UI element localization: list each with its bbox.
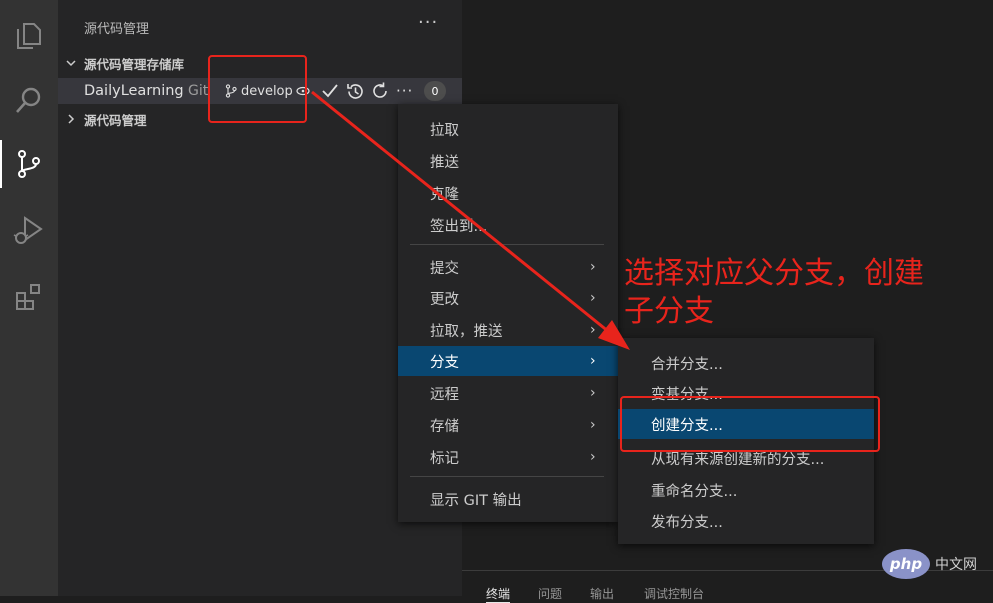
activity-bar (0, 0, 58, 596)
repository-kind: Git (188, 83, 209, 99)
tab-debug-console[interactable]: 调试控制台 (644, 585, 704, 602)
extensions-button[interactable] (0, 268, 58, 324)
chevron-right-icon: › (590, 449, 596, 465)
changes-count-badge: 0 (424, 81, 446, 101)
submenu-item-publish-branch[interactable]: 发布分支... (618, 506, 874, 536)
tab-output[interactable]: 输出 (590, 585, 614, 602)
menu-separator (410, 244, 604, 245)
menu-item-tags[interactable]: 标记 › (398, 442, 618, 472)
run-debug-icon (13, 216, 43, 244)
repo-more-icon[interactable]: ··· (396, 82, 413, 100)
annotation-note: 选择对应父分支，创建子分支 (624, 256, 924, 329)
chevron-right-icon: › (590, 385, 596, 401)
chevron-right-icon: › (590, 259, 596, 275)
run-debug-button[interactable] (0, 202, 58, 258)
watermark: php 中文网 (882, 549, 977, 579)
php-logo: php (882, 549, 930, 579)
menu-item-clone[interactable]: 克隆 (398, 178, 618, 208)
menu-separator (410, 476, 604, 477)
repository-name: DailyLearning (84, 83, 184, 99)
search-button[interactable] (0, 72, 58, 128)
menu-item-pull[interactable]: 拉取 (398, 114, 618, 144)
tab-terminal[interactable]: 终端 (486, 585, 511, 603)
chevron-right-icon: › (590, 353, 596, 369)
git-context-menu: 拉取 推送 克隆 签出到... 提交 › 更改 › 拉取，推送 › 分支 › 远程 › 存… (398, 104, 618, 522)
menu-item-remote[interactable]: 远程 › (398, 378, 618, 408)
menu-item-checkout[interactable]: 签出到... (398, 210, 618, 240)
more-actions-icon[interactable]: ··· (418, 12, 438, 33)
submenu-item-merge-branch[interactable]: 合并分支... (618, 348, 874, 378)
menu-item-changes[interactable]: 更改 › (398, 283, 618, 313)
chevron-right-icon: › (590, 322, 596, 338)
chevron-down-icon (58, 57, 84, 69)
source-control-button[interactable] (0, 136, 58, 192)
chevron-right-icon (58, 113, 84, 125)
refresh-icon[interactable] (371, 82, 389, 100)
submenu-item-rename-branch[interactable]: 重命名分支... (618, 475, 874, 505)
watermark-text: 中文网 (935, 557, 977, 573)
menu-item-pull-push[interactable]: 拉取，推送 › (398, 315, 618, 345)
extensions-icon (16, 284, 40, 310)
menu-item-show-git-output[interactable]: 显示 GIT 输出 (398, 484, 618, 514)
repositories-section-label: 源代码管理存储库 (84, 56, 185, 72)
explorer-button[interactable] (0, 8, 58, 64)
files-icon (17, 23, 41, 49)
menu-item-push[interactable]: 推送 (398, 146, 618, 176)
annotation-highlight-create-branch (620, 396, 880, 452)
chevron-right-icon: › (590, 290, 596, 306)
menu-item-branch[interactable]: 分支 › (398, 346, 618, 376)
menu-item-commit[interactable]: 提交 › (398, 252, 618, 282)
search-icon (16, 87, 41, 113)
history-icon[interactable] (346, 82, 365, 101)
menu-item-stash[interactable]: 存储 › (398, 410, 618, 440)
source-control-icon (18, 150, 40, 178)
tab-problems[interactable]: 问题 (538, 585, 562, 602)
commit-check-icon[interactable] (321, 82, 339, 100)
annotation-highlight-branch (208, 55, 307, 123)
sidebar-title: 源代码管理 (84, 22, 150, 37)
scm-section-label: 源代码管理 (84, 112, 147, 128)
chevron-right-icon: › (590, 417, 596, 433)
